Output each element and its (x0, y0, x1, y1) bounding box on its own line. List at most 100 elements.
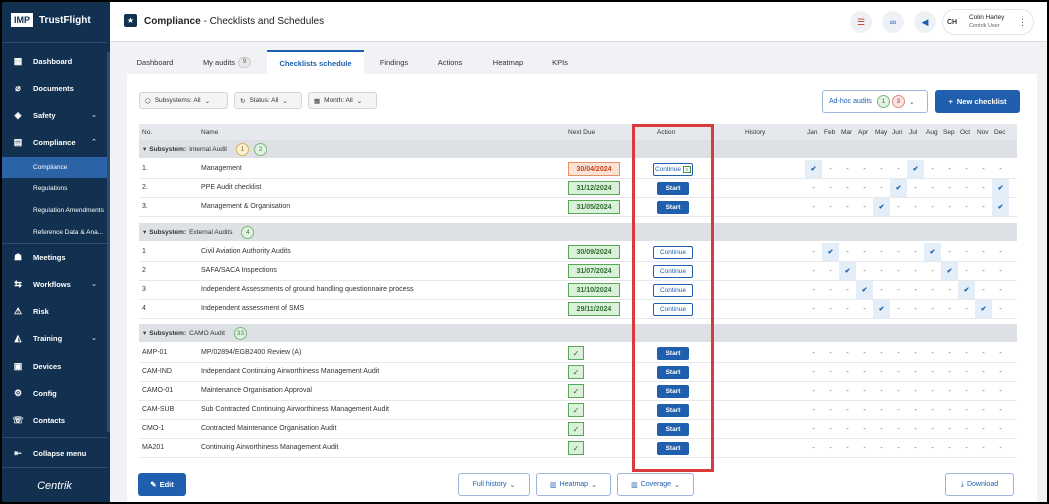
sidebar-divider (2, 467, 107, 468)
full-history-button[interactable]: Full history ⌄ (458, 473, 530, 496)
sidebar-subitem-compliance[interactable]: Compliance (2, 157, 107, 178)
month-cell: - (982, 248, 985, 256)
month-cell: - (965, 203, 968, 211)
month-cell: - (931, 444, 934, 452)
chevron-down-icon: ⌄ (356, 97, 363, 105)
tab-dashboard[interactable]: Dashboard (127, 50, 183, 74)
sidebar-item-config[interactable]: ⚙ Config (2, 382, 107, 404)
next-due-date: 31/05/2024 (568, 200, 620, 214)
link-icon[interactable]: ∞ (882, 11, 904, 33)
group-label: CAMO Audit (189, 329, 225, 337)
subsystem-group-header[interactable]: ▾ Subsystem: CAMO Audit 33 (139, 324, 1017, 342)
status-filter[interactable]: ↻ Status: All ⌄ (234, 92, 302, 109)
adhoc-audits-dropdown[interactable]: Ad-hoc audits 1 3 ⌄ (822, 90, 928, 113)
month-cell: - (914, 286, 917, 294)
download-button[interactable]: ⤓ Download (945, 473, 1014, 496)
sidebar-item-label: Dashboard (33, 56, 73, 66)
coverage-button[interactable]: ▥ Coverage ⌄ (617, 473, 694, 496)
month-check-icon: ✔ (924, 243, 941, 261)
row-number: MA201 (142, 444, 165, 451)
edit-button[interactable]: ✎ Edit (138, 473, 186, 496)
month-header: May (875, 129, 888, 136)
more-vertical-icon[interactable]: ⋮ (1018, 17, 1027, 28)
row-name[interactable]: Maintenance Organisation Approval (201, 387, 312, 394)
sidebar-item-documents[interactable]: ⌀ Documents (2, 77, 107, 99)
row-name[interactable]: Independant Continuing Airworthiness Man… (201, 368, 379, 375)
caret-down-icon[interactable]: ▾ (143, 329, 146, 337)
month-check-icon: ✔ (907, 160, 924, 178)
row-name[interactable]: MP/02894/EGB2400 Review (A) (201, 349, 301, 356)
subsystem-group-header[interactable]: ▾ Subsystem: Internal Audit 1 2 (139, 140, 1017, 158)
row-name[interactable]: PPE Audit checklist (201, 184, 261, 191)
month-cell: - (999, 349, 1002, 357)
chevron-down-icon: ⌄ (91, 281, 97, 288)
tab-checklists-schedule[interactable]: Checklists schedule (267, 50, 364, 74)
sidebar-item-safety[interactable]: ◈ Safety ⌄ (2, 104, 107, 126)
centrik-logo: Centrik (37, 480, 72, 492)
row-name[interactable]: Contracted Maintenance Organisation Audi… (201, 425, 336, 432)
megaphone-icon[interactable]: ◀ (914, 11, 936, 33)
row-name[interactable]: Sub Contracted Continuing Airworthiness … (201, 406, 389, 413)
month-cell: - (948, 368, 951, 376)
tab-kpis[interactable]: KPIs (544, 50, 576, 74)
plus-icon: + (948, 97, 953, 106)
row-name[interactable]: Continuing Airworthiness Management Audi… (201, 444, 338, 451)
completed-check-icon: ✓ (568, 422, 584, 436)
sidebar-subitem-regulations[interactable]: Regulations (2, 178, 107, 199)
tab-findings[interactable]: Findings (372, 50, 416, 74)
brand-name: TrustFlight (39, 14, 91, 26)
sidebar-subitem-reference-data[interactable]: Reference Data & Ana... (2, 222, 107, 243)
new-checklist-button[interactable]: + New checklist (935, 90, 1020, 113)
row-name[interactable]: Management & Organisation (201, 203, 290, 210)
month-check-icon: ✔ (890, 179, 907, 197)
month-cell: - (999, 425, 1002, 433)
heatmap-button[interactable]: ▥ Heatmap ⌄ (536, 473, 611, 496)
month-cell: - (914, 406, 917, 414)
subsystem-group-header[interactable]: ▾ Subsystem: External Audits 4 (139, 223, 1017, 241)
sidebar-item-devices[interactable]: ▣ Devices (2, 355, 107, 377)
row-name[interactable]: Civil Aviation Authority Audits (201, 248, 291, 255)
page-title: Compliance - Checklists and Schedules (144, 16, 324, 27)
edit-icon: ✎ (150, 480, 157, 489)
user-info: Colin Harley Centrik User (969, 13, 1004, 31)
tab-actions[interactable]: Actions (428, 50, 472, 74)
favorite-star-icon[interactable]: ★ (124, 14, 137, 27)
table-row: CMO-1 Contracted Maintenance Organisation… (139, 420, 1017, 439)
user-menu[interactable]: CH Colin Harley Centrik User ⋮ (942, 9, 1034, 35)
row-number: 2. (142, 184, 148, 191)
tab-heatmap[interactable]: Heatmap (484, 50, 532, 74)
group-count-badge: 2 (254, 142, 268, 156)
row-name[interactable]: Independent Assessments of ground handli… (201, 286, 413, 293)
table-row: 2 SAFA/SACA Inspections 31/07/2024 Continue… (139, 262, 1017, 281)
row-name[interactable]: SAFA/SACA Inspections (201, 267, 277, 274)
sidebar-item-workflows[interactable]: ⇆ Workflows ⌄ (2, 273, 107, 295)
month-cell: - (897, 444, 900, 452)
sidebar-item-dashboard[interactable]: ▦ Dashboard (2, 50, 107, 72)
month-cell: - (965, 406, 968, 414)
month-cell: - (846, 349, 849, 357)
tab-my-audits[interactable]: My audits 9 (194, 50, 260, 74)
month-cell: - (812, 305, 815, 313)
sidebar-item-meetings[interactable]: ☗ Meetings (2, 246, 107, 268)
month-cell: - (880, 387, 883, 395)
subsystems-filter[interactable]: ⬡ Subsystems: All ⌄ (139, 92, 228, 109)
month-cell: - (965, 305, 968, 313)
caret-down-icon[interactable]: ▾ (143, 228, 146, 236)
chevron-down-icon: ⌄ (91, 335, 97, 342)
brand-logo[interactable]: IMP TrustFlight (11, 13, 91, 27)
month-cell: - (863, 184, 866, 192)
row-name[interactable]: Independent assessment of SMS (201, 305, 304, 312)
notifications-icon[interactable]: ☰ (850, 11, 872, 33)
sidebar-item-risk[interactable]: ⚠ Risk (2, 300, 107, 322)
sidebar-item-training[interactable]: ◭ Training ⌄ (2, 327, 107, 349)
row-name[interactable]: Management (201, 165, 242, 172)
month-filter[interactable]: ▦ Month: All ⌄ (308, 92, 377, 109)
sidebar-subitem-regulation-amendments[interactable]: Regulation Amendments (2, 200, 107, 221)
chevron-down-icon: ⌄ (908, 98, 915, 106)
collapse-menu-button[interactable]: ⇤ Collapse menu (2, 442, 107, 464)
sidebar-item-contacts[interactable]: ☏ Contacts (2, 409, 107, 431)
caret-down-icon[interactable]: ▾ (143, 145, 146, 153)
month-cell: - (846, 444, 849, 452)
table-row: CAM-IND Independant Continuing Airworthin… (139, 363, 1017, 382)
sidebar-item-compliance[interactable]: ▤ Compliance ⌃ (2, 131, 107, 153)
